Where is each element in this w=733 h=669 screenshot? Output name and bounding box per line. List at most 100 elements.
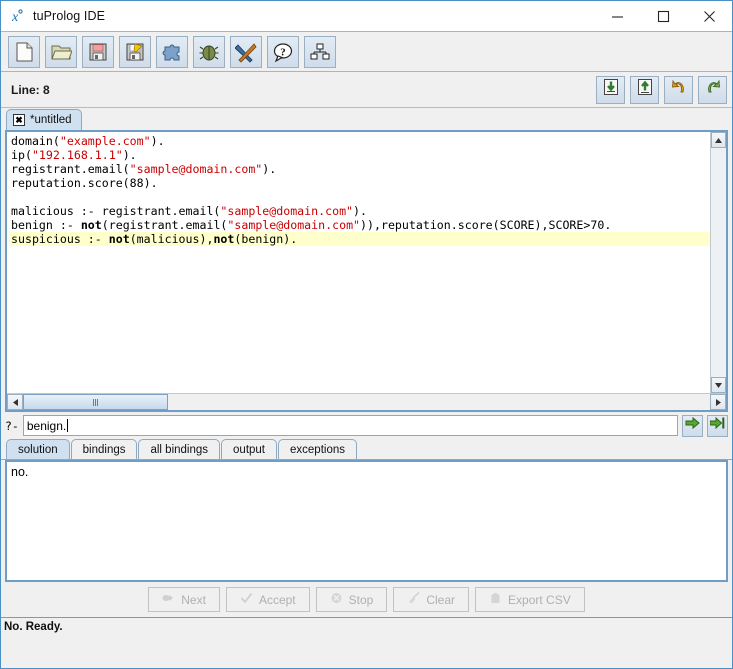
solve-all-button[interactable] (707, 415, 728, 437)
result-tab-label: exceptions (290, 444, 345, 456)
result-tab-label: output (233, 444, 265, 456)
close-icon[interactable] (686, 1, 732, 31)
stop-icon (330, 592, 343, 607)
get-theory-button[interactable] (630, 76, 659, 104)
minimize-icon[interactable] (594, 1, 640, 31)
undo-button[interactable] (664, 76, 693, 104)
text-caret (67, 419, 68, 432)
action-button-label: Clear (426, 593, 455, 607)
action-button-label: Stop (349, 593, 374, 607)
result-tab-all-bindings[interactable]: all bindings (138, 439, 220, 459)
query-input-value: benign. (27, 419, 66, 433)
question-balloon-icon: ? (272, 41, 294, 63)
new-file-button[interactable] (8, 36, 40, 68)
editor-vertical-scrollbar[interactable] (710, 132, 726, 393)
line-info-bar: Line: 8 (1, 72, 732, 108)
open-file-button[interactable] (45, 36, 77, 68)
scroll-up-arrow-icon[interactable] (711, 132, 726, 148)
code-line: domain("example.com"). (9, 134, 710, 148)
code-content: domain("example.com").ip("192.168.1.1").… (9, 134, 710, 246)
main-toolbar: ? (1, 31, 732, 72)
save-icon (87, 41, 109, 63)
save-button[interactable] (82, 36, 114, 68)
result-tab-exceptions[interactable]: exceptions (278, 439, 357, 459)
help-button[interactable]: ? (267, 36, 299, 68)
code-line: malicious :- registrant.email("sample@do… (9, 204, 710, 218)
down-arrow-page-icon (602, 78, 620, 101)
next-button[interactable]: Next (148, 587, 220, 612)
code-token: "example.com" (60, 134, 151, 148)
set-theory-button[interactable] (596, 76, 625, 104)
export-csv-button[interactable]: Export CSV (475, 587, 585, 612)
line-number-label: Line: 8 (11, 83, 50, 97)
clear-button[interactable]: Clear (393, 587, 469, 612)
code-token: not (81, 218, 102, 232)
svg-text:x: x (11, 10, 19, 24)
libraries-button[interactable] (156, 36, 188, 68)
code-token: "sample@domain.com" (227, 218, 360, 232)
code-line (9, 190, 710, 204)
solve-button[interactable] (682, 415, 703, 437)
code-token: ). (123, 148, 137, 162)
code-token: "sample@domain.com" (130, 162, 263, 176)
close-tab-icon[interactable]: ✖ (13, 114, 25, 126)
hierarchy-button[interactable] (304, 36, 336, 68)
editor-horizontal-scrollbar[interactable] (7, 393, 726, 410)
scroll-right-arrow-icon[interactable] (710, 394, 726, 410)
svg-text:?: ? (280, 46, 286, 58)
broom-icon (407, 592, 420, 607)
tools-icon (235, 41, 257, 63)
save-as-button[interactable] (119, 36, 151, 68)
code-token: not (109, 232, 130, 246)
tuprolog-ide-window: x tuProlog IDE (0, 0, 733, 669)
result-tab-solution[interactable]: solution (6, 439, 70, 459)
action-button-bar: Next Accept Stop Clear Export CSV (1, 582, 732, 617)
code-token: )),reputation.score(SCORE),SCORE>70. (360, 218, 611, 232)
code-token: suspicious :- (11, 232, 109, 246)
code-text-area[interactable]: domain("example.com").ip("192.168.1.1").… (7, 132, 710, 393)
redo-button[interactable] (698, 76, 727, 104)
code-line: registrant.email("sample@domain.com"). (9, 162, 710, 176)
code-token: ). (262, 162, 276, 176)
green-arrow-bar-icon (710, 416, 725, 435)
status-bar: No. Ready. (1, 617, 732, 636)
stop-button[interactable]: Stop (316, 587, 388, 612)
query-row: ?- benign. (1, 412, 732, 439)
window-title: tuProlog IDE (33, 9, 105, 23)
code-token: ). (353, 204, 367, 218)
maximize-icon[interactable] (640, 1, 686, 31)
result-tab-bindings[interactable]: bindings (71, 439, 138, 459)
code-token: registrant.email( (11, 162, 130, 176)
action-button-label: Accept (259, 593, 296, 607)
bug-icon (198, 41, 220, 63)
debug-button[interactable] (193, 36, 225, 68)
export-icon (489, 592, 502, 607)
new-file-icon (13, 41, 35, 63)
thumb-grip (95, 399, 96, 406)
status-text: No. Ready. (4, 621, 63, 633)
next-icon (162, 592, 175, 607)
accept-button[interactable]: Accept (226, 587, 310, 612)
undo-arrow-icon (670, 78, 688, 101)
redo-arrow-icon (704, 78, 722, 101)
vertical-scroll-track[interactable] (711, 148, 726, 377)
scroll-down-arrow-icon[interactable] (711, 377, 726, 393)
preferences-button[interactable] (230, 36, 262, 68)
horizontal-scroll-track[interactable] (23, 394, 710, 410)
result-tab-strip: solutionbindingsall bindings output except… (1, 439, 732, 460)
query-input[interactable]: benign. (23, 415, 678, 436)
code-token: ). (151, 134, 165, 148)
hierarchy-icon (309, 41, 331, 63)
title-bar-left: x tuProlog IDE (1, 8, 105, 24)
result-panel[interactable]: no. (5, 460, 728, 582)
code-line: benign :- not(registrant.email("sample@d… (9, 218, 710, 232)
editor-tab-untitled[interactable]: ✖ *untitled (6, 109, 82, 130)
code-token: (malicious), (130, 232, 214, 246)
result-tab-output[interactable]: output (221, 439, 277, 459)
up-arrow-page-icon (636, 78, 654, 101)
horizontal-scroll-thumb[interactable] (23, 394, 168, 410)
scroll-left-arrow-icon[interactable] (7, 394, 23, 410)
code-token: (benign). (234, 232, 297, 246)
code-line: reputation.score(88). (9, 176, 710, 190)
save-as-icon (124, 41, 146, 63)
